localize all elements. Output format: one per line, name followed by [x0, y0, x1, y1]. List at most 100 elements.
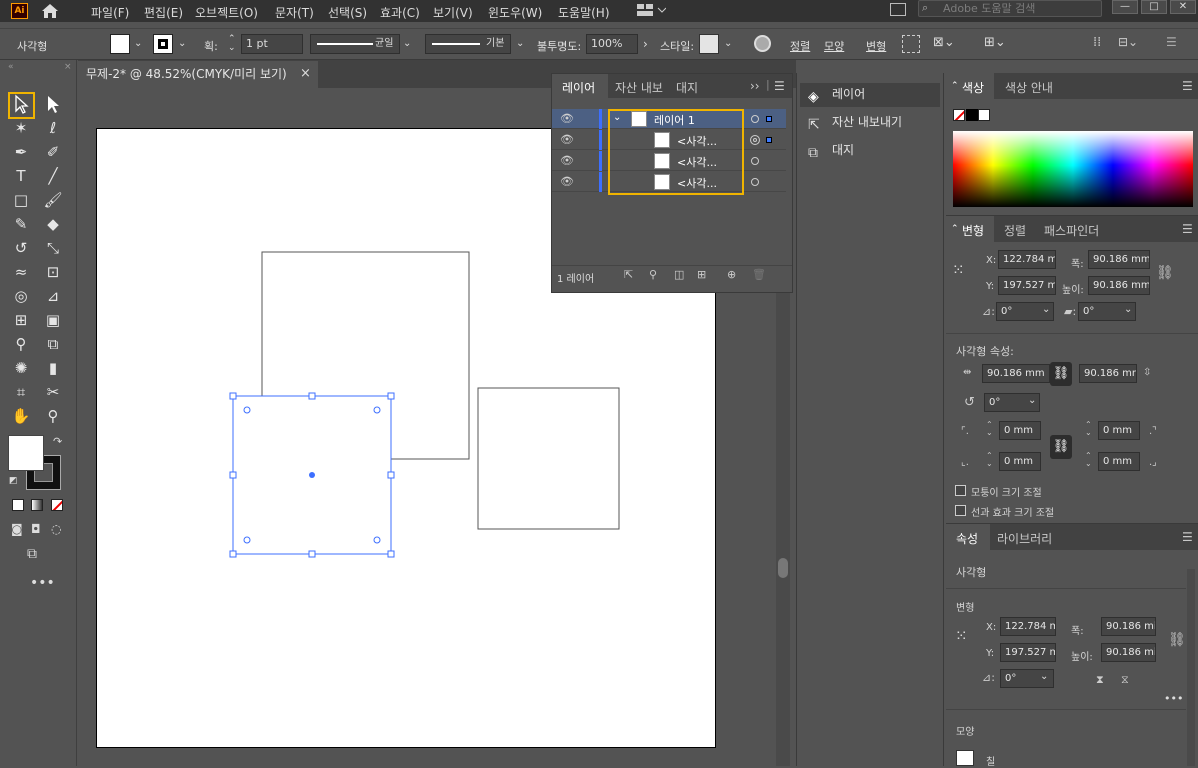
- none-swatch[interactable]: [953, 109, 965, 121]
- panel-toggle-icon[interactable]: [890, 3, 906, 16]
- scrollbar-thumb[interactable]: [778, 558, 788, 578]
- zoom-tool-icon[interactable]: ⚲: [42, 405, 64, 427]
- target-circle-icon[interactable]: [751, 115, 759, 123]
- transform-link[interactable]: 변형: [866, 38, 886, 54]
- tab-color[interactable]: 색상: [962, 79, 984, 96]
- swap-colors-icon[interactable]: ↷: [53, 435, 62, 448]
- eraser-tool-icon[interactable]: ◆: [42, 213, 64, 235]
- x-field[interactable]: 122.784 m: [998, 250, 1056, 269]
- props-y-field[interactable]: 197.527 m: [1000, 643, 1056, 662]
- properties-scrollbar[interactable]: [1187, 569, 1195, 766]
- close-icon[interactable]: ×: [64, 62, 72, 72]
- tab-layers[interactable]: 레이어: [562, 79, 595, 96]
- chevron-down-icon[interactable]: ⌄: [1028, 395, 1036, 406]
- puppet-warp-icon[interactable]: ⊞⌄: [984, 35, 1006, 50]
- locate-object-icon[interactable]: ⚲: [649, 268, 657, 281]
- distribute-icon[interactable]: ⊟⌄: [1118, 35, 1138, 49]
- reference-point-icon[interactable]: ⁙: [952, 261, 965, 279]
- stroke-swatch[interactable]: [153, 34, 173, 54]
- menu-effect[interactable]: 효과(C): [380, 4, 420, 21]
- menu-type[interactable]: 문자(T): [275, 4, 314, 21]
- type-tool-icon[interactable]: T: [10, 165, 32, 187]
- artboard-tool-icon[interactable]: ⌗: [10, 381, 32, 403]
- magic-wand-icon[interactable]: ✶: [10, 117, 32, 139]
- perspective-grid-icon[interactable]: ⊿: [42, 285, 64, 307]
- edit-toolbar-icon[interactable]: •••: [30, 575, 55, 591]
- stepper-icon[interactable]: ⌃ ⌄: [1085, 452, 1092, 468]
- stepper-icon[interactable]: ⌃ ⌄: [986, 421, 993, 437]
- brush-definition[interactable]: 기본: [425, 34, 511, 54]
- flip-horizontal-icon[interactable]: ⧗: [1096, 673, 1104, 687]
- chevron-down-icon[interactable]: ⌄: [403, 38, 411, 49]
- constrain-proportions-icon[interactable]: ⛓: [1168, 632, 1186, 648]
- chevron-down-icon[interactable]: ⌄: [724, 38, 732, 49]
- panel-menu-icon[interactable]: ☰: [774, 79, 785, 93]
- shape-link[interactable]: 모양: [824, 38, 844, 54]
- close-window-button[interactable]: ✕: [1170, 0, 1196, 14]
- corner-bl-field[interactable]: 0 mm: [999, 452, 1041, 471]
- width-tool-icon[interactable]: ≈: [10, 261, 32, 283]
- selection-tool-icon[interactable]: [10, 93, 32, 115]
- props-x-field[interactable]: 122.784 m: [1000, 617, 1056, 636]
- more-options-icon[interactable]: •••: [1164, 692, 1183, 705]
- column-graph-icon[interactable]: ▮: [42, 357, 64, 379]
- chevron-down-icon[interactable]: ⌄: [1124, 304, 1132, 315]
- target-circle-icon[interactable]: [751, 157, 759, 165]
- corner-tr-field[interactable]: 0 mm: [1098, 421, 1140, 440]
- chevron-down-icon[interactable]: ⌄: [1042, 304, 1050, 315]
- graphic-style-swatch[interactable]: [699, 34, 719, 54]
- visibility-eye-icon[interactable]: 👁: [560, 175, 574, 188]
- panel-menu-icon[interactable]: ☰: [1182, 530, 1193, 544]
- rect-width-field[interactable]: 90.186 mm: [982, 364, 1050, 383]
- workspace-switcher-icon[interactable]: [636, 3, 667, 17]
- scale-strokes-checkbox[interactable]: [955, 505, 966, 516]
- menu-object[interactable]: 오브젝트(O): [195, 4, 258, 21]
- props-width-field[interactable]: 90.186 mi: [1101, 617, 1156, 636]
- chevron-down-icon[interactable]: ⌄: [134, 38, 142, 49]
- home-icon[interactable]: [40, 2, 60, 20]
- dock-item-layers[interactable]: ◈ 레이어: [800, 83, 940, 107]
- clipping-mask-icon[interactable]: ◫: [674, 268, 684, 281]
- white-swatch[interactable]: [978, 109, 990, 121]
- opacity-label[interactable]: 불투명도:: [537, 38, 581, 54]
- dock-item-artboards[interactable]: ⧉ 대지: [800, 139, 940, 163]
- curvature-tool-icon[interactable]: ✐: [42, 141, 64, 163]
- menu-file[interactable]: 파일(F): [91, 4, 129, 21]
- tab-transform[interactable]: 변형: [962, 222, 984, 239]
- reference-point-icon[interactable]: ⁙: [955, 627, 968, 645]
- variable-width-profile[interactable]: 균일: [310, 34, 400, 54]
- gradient-mode-icon[interactable]: [31, 499, 43, 511]
- export-icon[interactable]: ⇱: [624, 268, 633, 281]
- draw-normal-icon[interactable]: ◙: [11, 522, 23, 536]
- new-layer-icon[interactable]: ⊕: [727, 268, 736, 281]
- stepper-icon[interactable]: ⌃ ⌄: [228, 35, 236, 53]
- slice-tool-icon[interactable]: ✂: [42, 381, 64, 403]
- scale-corners-checkbox[interactable]: [955, 485, 966, 496]
- menu-edit[interactable]: 편집(E): [144, 4, 183, 21]
- gradient-tool-icon[interactable]: ▣: [42, 309, 64, 331]
- blend-tool-icon[interactable]: ⧉: [42, 333, 64, 355]
- menu-help[interactable]: 도움말(H): [558, 4, 610, 21]
- tab-artboards[interactable]: 대지: [676, 79, 698, 96]
- delete-icon[interactable]: 🗑: [752, 268, 766, 281]
- menu-window[interactable]: 윈도우(W): [488, 4, 542, 21]
- menu-select[interactable]: 선택(S): [328, 4, 367, 21]
- paintbrush-tool-icon[interactable]: 🖌: [42, 189, 64, 211]
- collapse-icon[interactable]: «: [8, 62, 14, 72]
- link-dimensions-icon[interactable]: ⛓: [1050, 362, 1072, 386]
- visibility-eye-icon[interactable]: 👁: [560, 133, 574, 146]
- fill-swatch[interactable]: [110, 34, 130, 54]
- tab-properties[interactable]: 속성: [956, 530, 978, 547]
- line-tool-icon[interactable]: ╱: [42, 165, 64, 187]
- chevron-down-icon[interactable]: ⌄: [178, 38, 186, 49]
- pen-tool-icon[interactable]: ✒: [10, 141, 32, 163]
- constrain-proportions-icon[interactable]: ⛓: [1156, 265, 1174, 281]
- draw-behind-icon[interactable]: ◘: [31, 522, 41, 536]
- chevron-icon[interactable]: ⌃: [951, 224, 959, 234]
- color-spectrum[interactable]: [953, 131, 1193, 207]
- flip-vertical-icon[interactable]: ⧖: [1121, 673, 1129, 687]
- none-mode-icon[interactable]: [51, 499, 63, 511]
- recolor-artwork-icon[interactable]: [754, 35, 771, 52]
- more-options-icon[interactable]: ☰: [1166, 35, 1177, 49]
- dock-item-asset-export[interactable]: ⇱ 자산 내보내기: [800, 111, 940, 135]
